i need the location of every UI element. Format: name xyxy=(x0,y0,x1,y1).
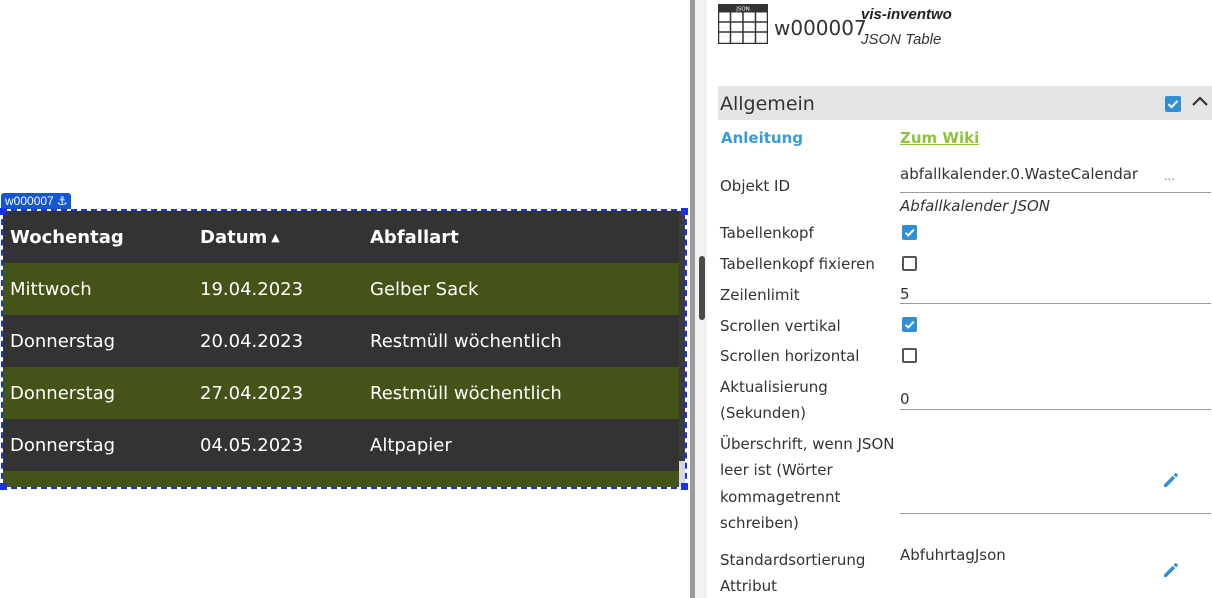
resize-handle-top-left[interactable] xyxy=(0,208,7,215)
group-header-allgemein[interactable]: Allgemein xyxy=(718,86,1212,120)
cell-abfallart: Restmüll wöchentlich xyxy=(363,315,685,367)
pencil-icon[interactable] xyxy=(1162,471,1180,489)
waste-calendar-table: Wochentag Datum ▲ Abfallart Mittwoch 19.0… xyxy=(3,211,685,487)
table-row: Donnerstag 20.04.2023 Restmüll wöchentli… xyxy=(3,315,685,367)
objekt-id-underline xyxy=(900,192,1211,193)
aktualisierung-label-line1: Aktualisierung xyxy=(720,378,828,396)
chevron-up-icon[interactable] xyxy=(1190,92,1210,112)
table-row-partial xyxy=(3,471,685,487)
column-header-wochentag[interactable]: Wochentag xyxy=(3,211,193,263)
aktualisierung-label-line2: (Sekunden) xyxy=(720,404,806,422)
widget-id-tag[interactable]: w000007 ⚓ xyxy=(1,193,72,209)
ueberschrift-label-line1: Überschrift, wenn JSON xyxy=(720,435,895,453)
table-scrollbar-thumb[interactable] xyxy=(679,211,685,461)
ueberschrift-label-line3: kommagetrennt xyxy=(720,488,841,506)
ueberschrift-label-line4: schreiben) xyxy=(720,514,799,532)
cell-datum: 04.05.2023 xyxy=(193,419,363,471)
tabellenkopf-fixieren-checkbox[interactable] xyxy=(902,256,917,271)
wiki-link[interactable]: Zum Wiki xyxy=(900,129,979,147)
cell-wochentag: Donnerstag xyxy=(3,419,193,471)
tabellenkopf-fixieren-label: Tabellenkopf fixieren xyxy=(720,255,875,273)
scrollen-vertikal-checkbox[interactable] xyxy=(902,317,917,332)
checkmark-icon xyxy=(1167,100,1179,109)
resize-handle-top-right[interactable] xyxy=(681,208,688,215)
table-row: Mittwoch 19.04.2023 Gelber Sack xyxy=(3,263,685,315)
tabellenkopf-label: Tabellenkopf xyxy=(720,224,814,242)
table-row: Donnerstag 27.04.2023 Restmüll wöchentli… xyxy=(3,367,685,419)
cell-abfallart: Altpapier xyxy=(363,419,685,471)
json-table-icon-label: JSON xyxy=(735,7,750,13)
json-table-widget[interactable]: Wochentag Datum ▲ Abfallart Mittwoch 19.0… xyxy=(1,209,687,489)
tabellenkopf-checkbox[interactable] xyxy=(902,225,917,240)
cell-abfallart: Gelber Sack xyxy=(363,263,685,315)
scrollen-vertikal-label: Scrollen vertikal xyxy=(720,317,841,335)
zeilenlimit-underline xyxy=(900,303,1211,304)
pencil-icon[interactable] xyxy=(1162,561,1180,579)
anleitung-label: Anleitung xyxy=(721,129,804,147)
cell-datum: 20.04.2023 xyxy=(193,315,363,367)
widget-set-name: vis-inventwo xyxy=(861,6,952,23)
cell-datum: 27.04.2023 xyxy=(193,367,363,419)
sort-ascending-icon: ▲ xyxy=(271,230,280,244)
widget-id: w000007 xyxy=(774,16,867,40)
group-title: Allgemein xyxy=(720,93,815,115)
anchor-icon[interactable]: ⚓ xyxy=(57,194,68,208)
ueberschrift-label-line2: leer ist (Wörter xyxy=(720,461,833,479)
resize-handle-bottom-right[interactable] xyxy=(681,483,688,490)
widget-type-name: JSON Table xyxy=(861,31,942,48)
checkmark-icon xyxy=(904,228,915,237)
objekt-id-name: Abfallkalender JSON xyxy=(900,197,1051,215)
resize-handle-bottom-left[interactable] xyxy=(0,483,7,490)
scrollen-horizontal-label: Scrollen horizontal xyxy=(720,347,860,365)
widget-id-tag-label: w000007 xyxy=(5,194,54,208)
scrollen-horizontal-checkbox[interactable] xyxy=(902,348,917,363)
checkmark-icon xyxy=(904,320,915,329)
cell-abfallart: Restmüll wöchentlich xyxy=(363,367,685,419)
aktualisierung-input[interactable]: 0 xyxy=(900,390,910,408)
table-header-row: Wochentag Datum ▲ Abfallart xyxy=(3,211,685,263)
standardsortierung-input[interactable]: AbfuhrtagJson xyxy=(900,546,1006,564)
column-header-abfallart[interactable]: Abfallart xyxy=(363,211,685,263)
cell-wochentag: Donnerstag xyxy=(3,367,193,419)
cell-wochentag: Mittwoch xyxy=(3,263,193,315)
ueberschrift-underline xyxy=(900,513,1211,514)
standardsortierung-label-line1: Standardsortierung xyxy=(720,551,866,569)
cell-datum: 19.04.2023 xyxy=(193,263,363,315)
cell-wochentag: Donnerstag xyxy=(3,315,193,367)
aktualisierung-underline xyxy=(900,409,1211,410)
json-table-icon: JSON xyxy=(718,4,768,44)
editor-canvas[interactable]: w000007 ⚓ Wochentag Datum ▲ Abfallart Mitt… xyxy=(0,0,690,598)
table-row: Donnerstag 04.05.2023 Altpapier xyxy=(3,419,685,471)
group-enabled-checkbox[interactable] xyxy=(1165,96,1181,112)
objekt-id-input[interactable]: abfallkalender.0.WasteCalendar xyxy=(900,165,1138,183)
column-header-datum[interactable]: Datum ▲ xyxy=(193,211,363,263)
zeilenlimit-label: Zeilenlimit xyxy=(720,286,800,304)
properties-panel: JSON w000007 vis-inventwo JSON Table All… xyxy=(707,0,1212,598)
standardsortierung-label-line2: Attribut xyxy=(720,577,778,595)
objekt-id-browse-button[interactable]: ... xyxy=(1164,168,1175,183)
objekt-id-label: Objekt ID xyxy=(720,177,791,195)
splitter-grip-handle[interactable] xyxy=(699,256,705,320)
zeilenlimit-input[interactable]: 5 xyxy=(900,285,910,303)
